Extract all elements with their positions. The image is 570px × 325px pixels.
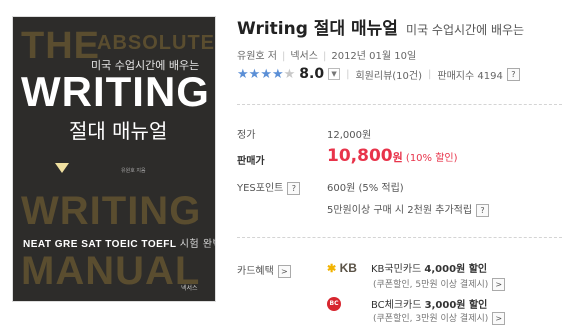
book-subtitle: 미국 수업시간에 배우는 (406, 23, 525, 37)
card-item: BC BC체크카드 3,000원 할인 (327, 296, 487, 311)
points-value: 600원 (5% 적립) (327, 183, 404, 194)
sale-price: 10,800원 (10% 할인) (327, 146, 458, 166)
cover-writing-outline: WRITING (21, 189, 202, 233)
publisher-link[interactable]: 넥서스 (290, 51, 318, 62)
cover-manual: MANUAL (21, 249, 201, 293)
star-rating: ★ ★ ★ ★ ★ (237, 68, 295, 81)
rating-row: ★ ★ ★ ★ ★ 8.0 ▼ | 회원리뷰(10건) | 판매지수 4194 … (237, 66, 520, 82)
rating-score: 8.0 (299, 66, 325, 82)
card-issuer: BC체크카드 (371, 300, 422, 311)
question-icon[interactable]: ? (287, 181, 301, 195)
kb-star-icon: ✱ (327, 262, 337, 275)
kb-logo-text: KB (339, 260, 357, 275)
points-extra-text: 5만원이상 구매 시 2천원 추가적립 (327, 205, 473, 216)
question-icon[interactable]: ? (476, 203, 490, 217)
cover-author: 유원호 지음 (121, 168, 146, 174)
card-benefit-text: 카드혜택 (237, 266, 274, 277)
cover-pen-graphic (55, 163, 69, 173)
star-empty-icon: ★ (283, 66, 296, 82)
question-icon[interactable]: ? (506, 67, 520, 81)
divider: | (322, 51, 327, 62)
card-note-text: (쿠폰할인, 3만원 이상 결제시) (373, 314, 489, 324)
card-benefit-label: 카드혜택 > (237, 262, 291, 278)
title-row: Writing 절대 매뉴얼 미국 수업시간에 배우는 (237, 14, 524, 39)
cover-absolute: ABSOLUTE (97, 32, 215, 54)
cover-publisher: 넥서스 (181, 285, 198, 292)
review-count-link[interactable]: 회원리뷰(10건) (355, 67, 422, 82)
publish-date: 2012년 01월 10일 (331, 51, 417, 62)
star-icon: ★ (248, 66, 261, 82)
cover-writing: WRITING (21, 68, 210, 115)
sale-price-label: 판매가 (237, 156, 265, 167)
divider: | (428, 68, 432, 80)
list-price-label: 정가 (237, 130, 256, 141)
list-price: 12,000원 (327, 130, 372, 141)
sale-price-unit: 원 (392, 151, 403, 164)
bc-logo-text: BC (327, 296, 341, 311)
cover-tests: NEAT GRE SAT TOEIC TOEFL 시험 완벽 대비 (23, 235, 215, 250)
card-note: (쿠폰할인, 5만원 이상 결제시) > (373, 277, 506, 291)
card-name: KB국민카드 4,000원 할인 (371, 260, 487, 275)
points-extra: 5만원이상 구매 시 2천원 추가적립? (327, 201, 490, 217)
divider: | (346, 68, 350, 80)
kb-card-logo: ✱ KB (327, 261, 371, 275)
bc-card-logo: BC (327, 296, 371, 311)
divider-line (237, 104, 562, 105)
divider-line (237, 237, 562, 238)
sales-index: 판매지수 4194 (437, 70, 503, 82)
card-name: BC체크카드 3,000원 할인 (371, 296, 487, 311)
star-icon: ★ (237, 66, 249, 82)
chevron-right-icon[interactable]: > (277, 264, 291, 278)
cover-manual-kr: 절대 매뉴얼 (69, 119, 168, 143)
book-cover-image[interactable]: THE ABSOLUTE 미국 수업시간에 배우는 WRITING 절대 매뉴얼… (13, 17, 215, 301)
chevron-right-icon[interactable]: > (492, 312, 506, 325)
points-label: YES포인트? (237, 179, 301, 195)
star-icon: ★ (271, 66, 284, 82)
points-label-text: YES포인트 (237, 183, 284, 194)
author-link[interactable]: 유원호 저 (237, 51, 277, 62)
book-title: Writing 절대 매뉴얼 (237, 19, 398, 39)
cover-the: THE (21, 25, 100, 67)
book-meta: 유원호 저 | 넥서스 | 2012년 01월 10일 (237, 47, 416, 62)
card-item: ✱ KB KB국민카드 4,000원 할인 (327, 260, 487, 276)
card-discount: 4,000원 할인 (424, 264, 488, 275)
card-note-text: (쿠폰할인, 5만원 이상 결제시) (373, 280, 489, 290)
star-icon: ★ (260, 66, 272, 82)
card-note: (쿠폰할인, 3만원 이상 결제시) > (373, 311, 506, 325)
divider: | (281, 51, 286, 62)
chevron-down-icon[interactable]: ▼ (328, 68, 341, 80)
discount-rate: (10% 할인) (405, 153, 458, 164)
sale-price-value: 10,800 (327, 146, 393, 166)
card-issuer: KB국민카드 (371, 264, 422, 275)
chevron-right-icon[interactable]: > (492, 278, 506, 291)
card-discount: 3,000원 할인 (424, 300, 488, 311)
